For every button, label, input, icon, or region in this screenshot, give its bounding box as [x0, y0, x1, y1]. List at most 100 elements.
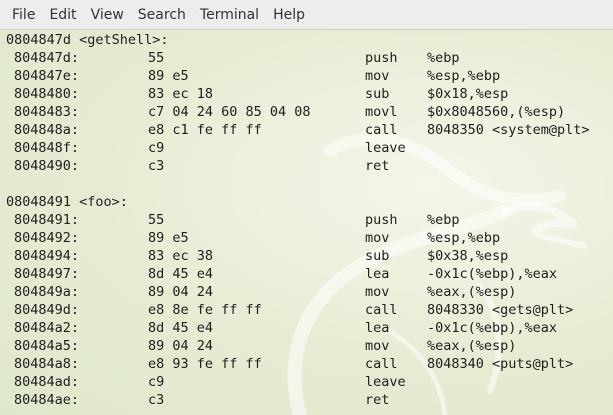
- instruction-row: 80484ad: c9 leave: [6, 373, 613, 391]
- instruction-address: 80484a2:: [14, 320, 80, 336]
- instruction-bytes: c9: [148, 140, 165, 156]
- instruction-bytes: 89 04 24: [148, 284, 214, 300]
- instruction-operands: 8048330 <gets@plt>: [427, 302, 574, 318]
- instruction-mnemonic: mov: [365, 230, 390, 246]
- instruction-mnemonic: leave: [365, 374, 406, 390]
- function-header: 0804847d <getShell>:: [6, 31, 613, 49]
- instruction-address: 804847d:: [14, 50, 80, 66]
- instruction-operands: $0x8048560,(%esp): [427, 104, 566, 120]
- instruction-mnemonic: ret: [365, 392, 390, 408]
- instruction-row: 8048480: 83 ec 18 sub $0x18,%esp: [6, 85, 613, 103]
- instruction-row: 8048497: 8d 45 e4 lea -0x1c(%ebp),%eax: [6, 265, 613, 283]
- disassembly-listing: 0804847d <getShell>: 804847d: 55 push %ebp 80…: [6, 31, 613, 409]
- instruction-mnemonic: sub: [365, 248, 390, 264]
- instruction-bytes: e8 c1 fe ff ff: [148, 122, 262, 138]
- instruction-row: 8048490: c3 ret: [6, 157, 613, 175]
- instruction-bytes: c9: [148, 374, 165, 390]
- instruction-bytes: 55: [148, 212, 165, 228]
- instruction-row: 804848a: e8 c1 fe ff ff call 8048350 <syste…: [6, 121, 613, 139]
- instruction-mnemonic: mov: [365, 338, 390, 354]
- instruction-address: 804847e:: [14, 68, 80, 84]
- instruction-operands: %esp,%ebp: [427, 68, 501, 84]
- menu-file[interactable]: File: [6, 7, 42, 23]
- instruction-operands: $0x18,%esp: [427, 86, 509, 102]
- instruction-mnemonic: call: [365, 122, 398, 138]
- instruction-operands: $0x38,%esp: [427, 248, 509, 264]
- instruction-mnemonic: push: [365, 212, 398, 228]
- instruction-bytes: 8d 45 e4: [148, 320, 214, 336]
- instruction-address: 804849a:: [14, 284, 80, 300]
- instruction-operands: %eax,(%esp): [427, 338, 517, 354]
- instruction-mnemonic: call: [365, 356, 398, 372]
- instruction-address: 8048490:: [14, 158, 80, 174]
- instruction-mnemonic: mov: [365, 284, 390, 300]
- instruction-row: 804849d: e8 8e fe ff ff call 8048330 <gets@…: [6, 301, 613, 319]
- instruction-operands: %esp,%ebp: [427, 230, 501, 246]
- instruction-bytes: 89 04 24: [148, 338, 214, 354]
- instruction-bytes: c3: [148, 392, 165, 408]
- instruction-row: 804848f: c9 leave: [6, 139, 613, 157]
- instruction-address: 80484a5:: [14, 338, 80, 354]
- instruction-mnemonic: lea: [365, 320, 390, 336]
- instruction-row: 8048494: 83 ec 38 sub $0x38,%esp: [6, 247, 613, 265]
- instruction-address: 804849d:: [14, 302, 80, 318]
- instruction-address: 8048497:: [14, 266, 80, 282]
- instruction-address: 8048480:: [14, 86, 80, 102]
- instruction-bytes: e8 93 fe ff ff: [148, 356, 262, 372]
- instruction-mnemonic: sub: [365, 86, 390, 102]
- instruction-operands: -0x1c(%ebp),%eax: [427, 320, 558, 336]
- instruction-address: 80484ad:: [14, 374, 80, 390]
- function-label: 0804847d <getShell>:: [6, 32, 169, 48]
- instruction-row: 804849a: 89 04 24 mov %eax,(%esp): [6, 283, 613, 301]
- instruction-mnemonic: push: [365, 50, 398, 66]
- instruction-operands: %ebp: [427, 50, 460, 66]
- instruction-address: 8048494:: [14, 248, 80, 264]
- menubar: File Edit View Search Terminal Help: [0, 0, 613, 30]
- function-header: 08048491 <foo>:: [6, 193, 613, 211]
- instruction-bytes: c7 04 24 60 85 04 08: [148, 104, 311, 120]
- function-label: 08048491 <foo>:: [6, 194, 128, 210]
- instruction-address: 80484ae:: [14, 392, 80, 408]
- instruction-row: 804847e: 89 e5 mov %esp,%ebp: [6, 67, 613, 85]
- instruction-row: 80484a5: 89 04 24 mov %eax,(%esp): [6, 337, 613, 355]
- instruction-row: 80484ae: c3 ret: [6, 391, 613, 409]
- instruction-address: 8048491:: [14, 212, 80, 228]
- instruction-row: 8048491: 55 push %ebp: [6, 211, 613, 229]
- instruction-mnemonic: ret: [365, 158, 390, 174]
- instruction-operands: %ebp: [427, 212, 460, 228]
- menu-search[interactable]: Search: [131, 7, 193, 23]
- instruction-row: 80484a2: 8d 45 e4 lea -0x1c(%ebp),%eax: [6, 319, 613, 337]
- instruction-mnemonic: leave: [365, 140, 406, 156]
- instruction-operands: %eax,(%esp): [427, 284, 517, 300]
- instruction-address: 804848a:: [14, 122, 80, 138]
- instruction-bytes: e8 8e fe ff ff: [148, 302, 262, 318]
- instruction-operands: 8048350 <system@plt>: [427, 122, 590, 138]
- instruction-address: 804848f:: [14, 140, 80, 156]
- menu-view[interactable]: View: [84, 7, 131, 23]
- instruction-bytes: 89 e5: [148, 68, 189, 84]
- instruction-address: 80484a8:: [14, 356, 80, 372]
- instruction-bytes: 8d 45 e4: [148, 266, 214, 282]
- instruction-row: 804847d: 55 push %ebp: [6, 49, 613, 67]
- instruction-operands: -0x1c(%ebp),%eax: [427, 266, 558, 282]
- instruction-operands: 8048340 <puts@plt>: [427, 356, 574, 372]
- instruction-mnemonic: call: [365, 302, 398, 318]
- menu-edit[interactable]: Edit: [42, 7, 83, 23]
- instruction-mnemonic: lea: [365, 266, 390, 282]
- instruction-mnemonic: movl: [365, 104, 398, 120]
- instruction-row: 8048483: c7 04 24 60 85 04 08 movl $0x80485…: [6, 103, 613, 121]
- menu-terminal[interactable]: Terminal: [193, 7, 266, 23]
- instruction-bytes: 89 e5: [148, 230, 189, 246]
- instruction-bytes: 83 ec 38: [148, 248, 214, 264]
- terminal-output[interactable]: 0804847d <getShell>: 804847d: 55 push %ebp 80…: [0, 31, 613, 415]
- instruction-bytes: c3: [148, 158, 165, 174]
- instruction-row: 80484a8: e8 93 fe ff ff call 8048340 <puts@…: [6, 355, 613, 373]
- instruction-address: 8048492:: [14, 230, 80, 246]
- instruction-row: 8048492: 89 e5 mov %esp,%ebp: [6, 229, 613, 247]
- instruction-mnemonic: mov: [365, 68, 390, 84]
- instruction-bytes: 83 ec 18: [148, 86, 214, 102]
- instruction-address: 8048483:: [14, 104, 80, 120]
- menu-help[interactable]: Help: [266, 7, 312, 23]
- instruction-bytes: 55: [148, 50, 165, 66]
